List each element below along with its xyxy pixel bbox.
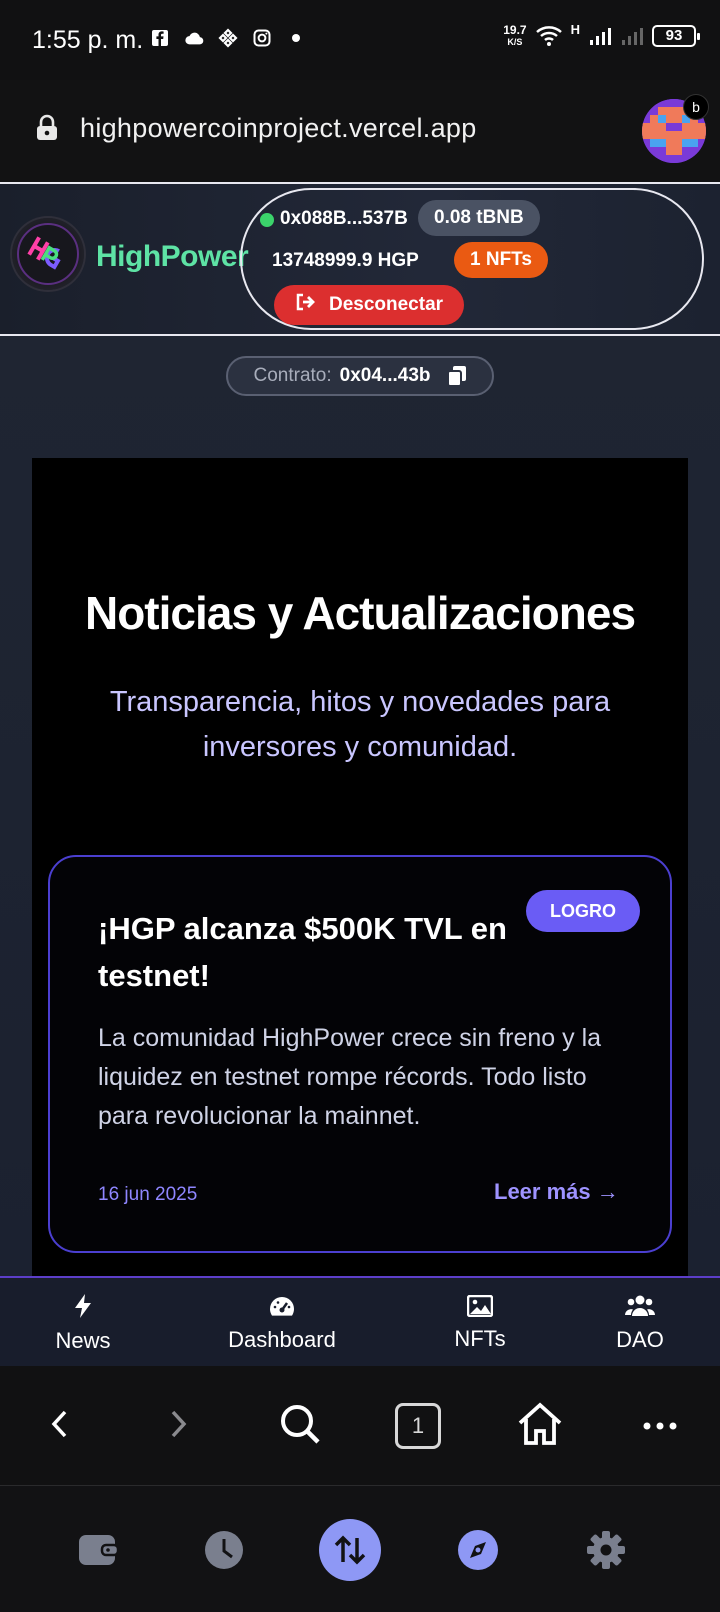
nav-label-news: News — [55, 1327, 111, 1353]
home-icon — [517, 1401, 563, 1451]
news-card[interactable]: LOGRO ¡HGP alcanza $500K TVL en testnet!… — [48, 855, 672, 1253]
nav-item-nfts[interactable]: NFTs — [434, 1278, 526, 1368]
wallet-info-panel: 0x088B...537B 0.08 tBNB 13748999.9 HGP 1… — [240, 188, 704, 330]
compass-icon — [457, 1529, 499, 1576]
news-subtitle: Transparencia, hitos y novedades para in… — [109, 686, 611, 763]
wifi-icon — [535, 26, 563, 46]
chevron-left-icon — [50, 1409, 70, 1444]
url-text[interactable]: highpowercoinproject.vercel.app — [80, 113, 477, 144]
nav-item-dashboard[interactable]: Dashboard — [214, 1278, 350, 1368]
disconnect-label: Desconectar — [328, 294, 444, 315]
brand-name: HighPower — [96, 240, 249, 273]
system-icons: 19.7 K/S H 93 — [503, 22, 700, 48]
hgp-balance: 13748999.9 HGP — [272, 250, 419, 271]
home-button[interactable] — [510, 1396, 570, 1456]
gear-icon — [585, 1529, 627, 1576]
network-speed-value: 19.7 — [503, 23, 527, 37]
search-icon — [279, 1403, 321, 1450]
nav-item-dao[interactable]: DAO — [588, 1278, 692, 1368]
history-dock-button[interactable] — [192, 1520, 256, 1584]
cloud-icon — [184, 28, 204, 48]
bottom-nav: News Dashboard NFTs DAO — [0, 1276, 720, 1366]
more-notifications-dot-icon — [286, 28, 306, 48]
search-button[interactable] — [270, 1396, 330, 1456]
clock-icon — [204, 1530, 244, 1575]
status-time: 1:55 p. m. — [32, 26, 144, 54]
news-card-body: La comunidad HighPower crece sin freno y… — [98, 1024, 602, 1130]
swap-dock-button[interactable] — [318, 1518, 382, 1587]
connected-status-dot — [260, 213, 274, 227]
signal-icon — [588, 26, 612, 46]
more-options-button[interactable] — [630, 1396, 690, 1456]
facebook-icon — [150, 28, 170, 48]
gauge-icon — [268, 1294, 296, 1323]
lock-icon[interactable] — [34, 114, 60, 147]
app-dock — [0, 1486, 720, 1612]
copy-icon[interactable] — [446, 365, 467, 387]
profile-badge: b — [683, 94, 709, 120]
contract-address-pill[interactable]: Contrato: 0x04...43b — [226, 356, 494, 396]
wallet-address: 0x088B...537B — [280, 208, 408, 229]
nft-count-badge[interactable]: 1 NFTs — [454, 242, 548, 278]
users-icon — [625, 1294, 655, 1323]
bolt-icon — [73, 1293, 93, 1324]
contract-label: Contrato: — [253, 365, 332, 386]
more-dots-icon — [643, 1417, 677, 1435]
disconnect-button[interactable]: Desconectar — [274, 285, 464, 325]
settings-dock-button[interactable] — [574, 1520, 638, 1584]
browser-url-bar[interactable]: highpowercoinproject.vercel.app b — [0, 80, 720, 182]
swap-arrows-icon — [318, 1518, 382, 1587]
nav-label-dashboard: Dashboard — [228, 1326, 336, 1352]
wallet-dock-button[interactable] — [66, 1520, 130, 1584]
news-card-date: 16 jun 2025 — [98, 1184, 198, 1205]
tabs-button[interactable]: 1 — [388, 1396, 448, 1456]
battery-indicator: 93 — [652, 25, 700, 47]
browser-toolbar: 1 — [0, 1366, 720, 1486]
nav-item-news[interactable]: News — [42, 1278, 124, 1368]
network-speed-unit: K/S — [507, 37, 523, 47]
wallet-icon — [78, 1534, 120, 1571]
highpower-logo[interactable] — [12, 218, 84, 290]
sign-out-icon — [295, 293, 317, 317]
forward-button[interactable] — [148, 1396, 208, 1456]
network-type: H — [570, 22, 580, 37]
instagram-icon — [252, 28, 272, 48]
nav-label-nfts: NFTs — [454, 1325, 506, 1351]
nav-label-dao: DAO — [616, 1326, 664, 1352]
bnb-balance-badge: 0.08 tBNB — [418, 200, 540, 236]
contract-address: 0x04...43b — [339, 365, 431, 386]
back-button[interactable] — [30, 1396, 90, 1456]
category-badge: LOGRO — [526, 890, 640, 932]
news-title: Noticias y Actualizaciones — [84, 587, 636, 639]
status-bar: 1:55 p. m. 19.7 K/S H 93 — [0, 0, 720, 80]
binance-icon — [218, 28, 238, 48]
image-icon — [466, 1294, 494, 1322]
read-more-link[interactable]: Leer más → — [494, 1179, 619, 1205]
chevron-right-icon — [168, 1409, 188, 1444]
tab-count: 1 — [395, 1403, 441, 1449]
explore-dock-button[interactable] — [446, 1520, 510, 1584]
signal-secondary-icon — [620, 26, 644, 46]
network-speed: 19.7 K/S — [503, 24, 526, 48]
app-header: HighPower 0x088B...537B 0.08 tBNB 137489… — [0, 182, 720, 336]
notification-icons — [150, 28, 306, 48]
news-card-title: ¡HGP alcanza $500K TVL en testnet! — [98, 911, 507, 993]
